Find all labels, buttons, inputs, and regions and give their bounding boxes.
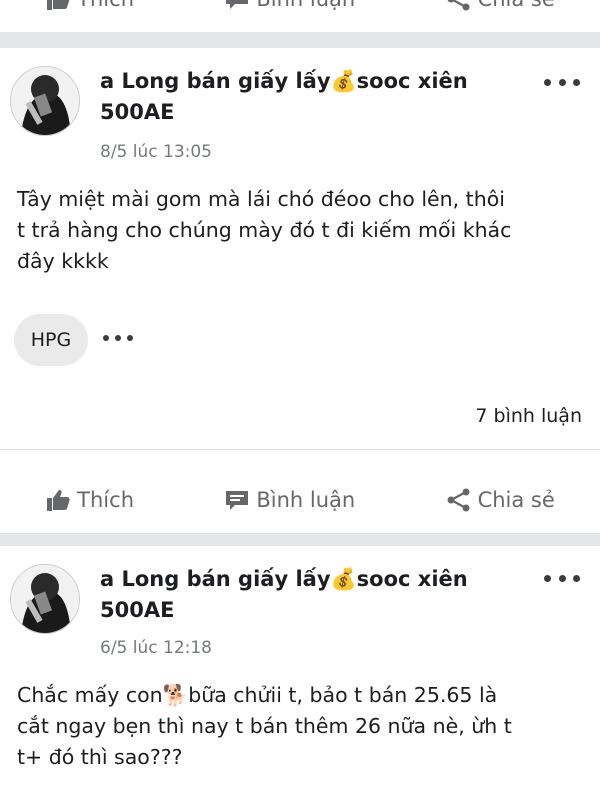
share-icon	[447, 488, 470, 512]
post-text-line: Tây miệt mài gom mà lái chó đéoo cho lên…	[17, 187, 505, 211]
share-label: Chia sẻ	[477, 488, 555, 512]
post-card: a Long bán giấy lấy💰sooc xiên 500AE 6/5 …	[0, 546, 600, 800]
like-label: Thích	[77, 0, 134, 11]
post-text-line: đây kkkk	[17, 249, 109, 273]
comment-button[interactable]: Bình luận	[224, 0, 355, 11]
comment-icon	[226, 491, 249, 510]
divider	[0, 449, 600, 450]
tag-more-icon[interactable]	[103, 335, 133, 345]
money-bag-emoji: 💰	[330, 567, 357, 591]
avatar-image	[11, 67, 79, 135]
more-options-icon[interactable]	[542, 568, 582, 588]
author-name-line2: 500AE	[100, 100, 175, 124]
author-name-line2: 500AE	[100, 598, 175, 622]
author-name[interactable]: a Long bán giấy lấy💰sooc xiên 500AE	[100, 564, 520, 626]
post-timestamp[interactable]: 6/5 lúc 12:18	[100, 638, 212, 658]
post-action-bar-top: Thích Bình luận Chia sẻ	[0, 0, 600, 32]
dog-emoji: 🐕	[162, 683, 189, 707]
post-text: Tây miệt mài gom mà lái chó đéoo cho lên…	[17, 184, 592, 277]
post-text-segment: Chắc mấy con	[17, 683, 163, 707]
post-action-bar: Thích Bình luận Chia sẻ	[0, 467, 600, 533]
author-name-text: a Long bán giấy lấy	[100, 567, 331, 591]
share-button[interactable]: Chia sẻ	[446, 0, 555, 11]
author-name-text: a Long bán giấy lấy	[100, 69, 331, 93]
comment-count[interactable]: 7 bình luận	[475, 405, 582, 427]
post-text: Chắc mấy con🐕bữa chửii t, bảo t bán 25.6…	[17, 680, 592, 773]
avatar[interactable]	[10, 564, 80, 634]
author-name-suffix: sooc xiên	[356, 69, 468, 93]
post-timestamp[interactable]: 8/5 lúc 13:05	[100, 142, 212, 162]
like-button[interactable]: Thích	[45, 488, 134, 512]
news-feed: Thích Bình luận Chia sẻ a Long bán giấy …	[0, 0, 600, 800]
comment-label: Bình luận	[256, 488, 356, 512]
money-bag-emoji: 💰	[330, 69, 357, 93]
share-button[interactable]: Chia sẻ	[446, 488, 555, 512]
share-icon	[447, 0, 470, 11]
author-name-suffix: sooc xiên	[356, 567, 468, 591]
post-text-line: t trả hàng cho chúng mày đó t đi kiếm mố…	[17, 218, 512, 242]
more-options-icon[interactable]	[542, 72, 582, 92]
like-button[interactable]: Thích	[45, 0, 134, 11]
post-card: a Long bán giấy lấy💰sooc xiên 500AE 8/5 …	[0, 48, 600, 533]
author-name[interactable]: a Long bán giấy lấy💰sooc xiên 500AE	[100, 66, 520, 128]
comment-label: Bình luận	[256, 0, 355, 11]
avatar-image	[11, 565, 79, 633]
post-text-line: cắt ngay bẹn thì nay t bán thêm 26 nữa n…	[17, 714, 512, 738]
post-text-line: t+ đó thì sao???	[17, 745, 183, 769]
post-text-segment: bữa chửii t, bảo t bán 25.65 là	[188, 683, 498, 707]
comment-icon	[226, 0, 249, 9]
post-text-line: Chắc mấy con🐕bữa chửii t, bảo t bán 25.6…	[17, 680, 592, 711]
thumbs-up-icon	[47, 0, 70, 10]
thumbs-up-icon	[47, 490, 70, 511]
avatar[interactable]	[10, 66, 80, 136]
stock-tag-chip[interactable]: HPG	[14, 314, 88, 366]
share-label: Chia sẻ	[478, 0, 555, 11]
like-label: Thích	[77, 488, 134, 512]
comment-button[interactable]: Bình luận	[224, 488, 355, 512]
